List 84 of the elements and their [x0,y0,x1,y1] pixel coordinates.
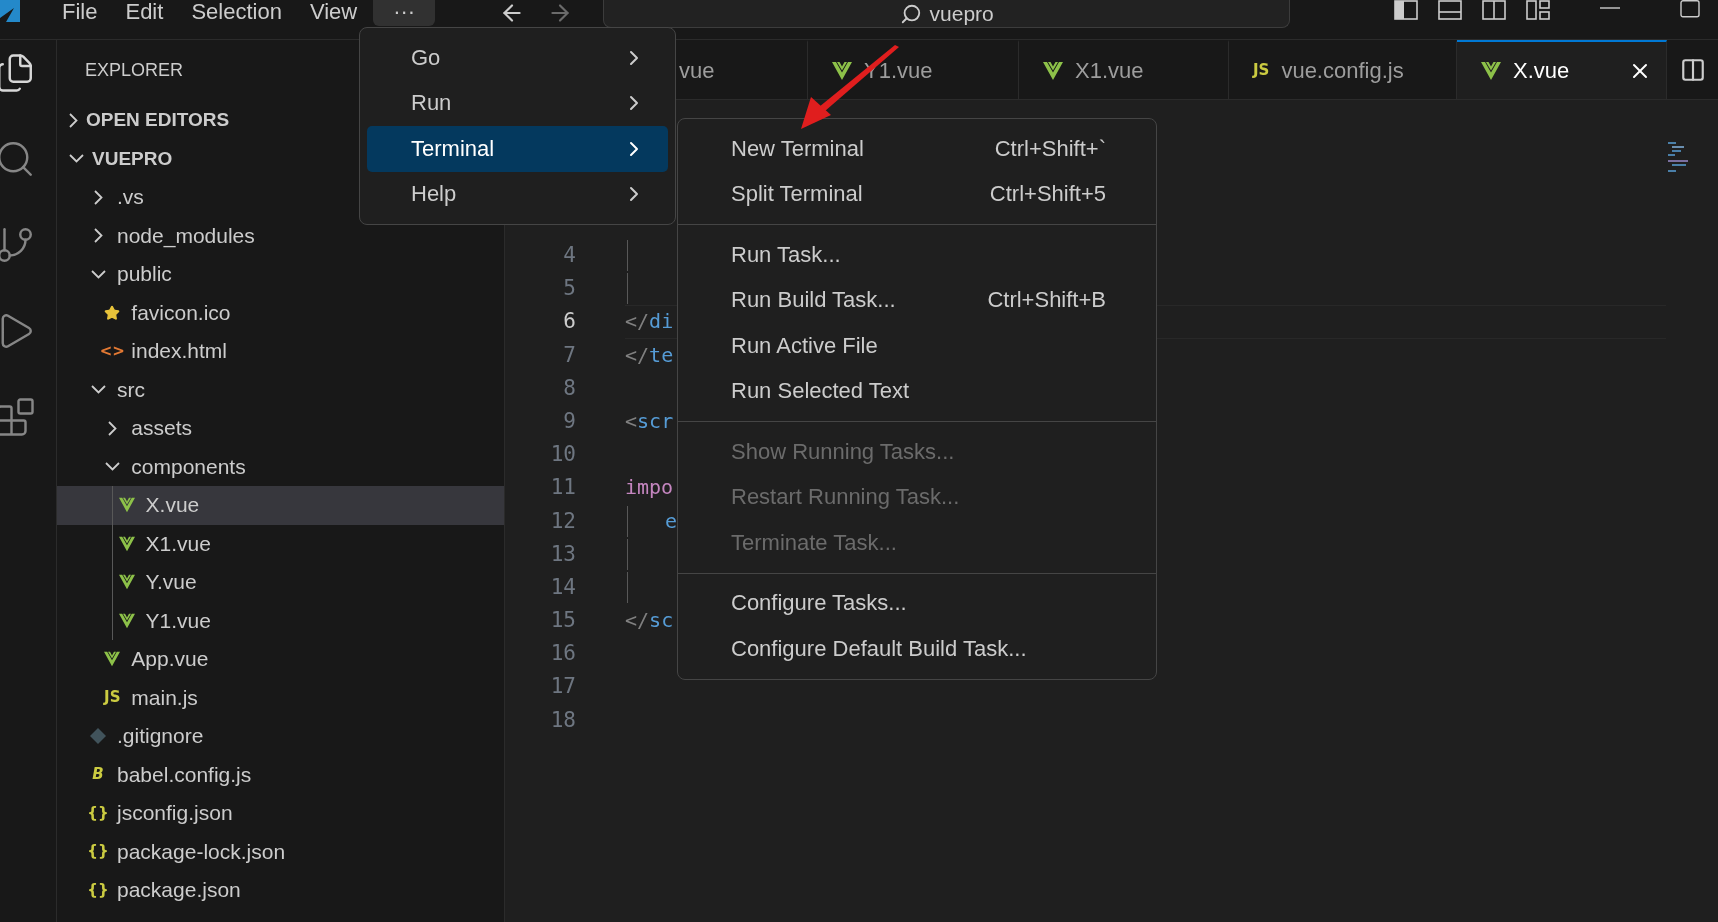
tree-item[interactable]: JS main.js [57,678,504,717]
tree-item[interactable]: App.vue [57,640,504,679]
tree-item[interactable]: favicon.ico [57,293,504,332]
line-number: 6 [562,308,577,336]
editor-tab[interactable]: X.vue [1457,40,1667,99]
vue-icon [1043,61,1063,80]
line-number: 11 [549,474,577,502]
code-icon: <> [99,343,125,359]
diamond-icon [90,727,106,746]
code-text: </di [625,309,674,334]
line-number: 8 [562,374,577,402]
babel-icon: B [92,767,104,783]
js-icon: JS [104,690,121,706]
line-number: 4 [562,242,577,269]
folder-item[interactable]: node_modules [57,216,504,255]
line-number: 15 [549,607,577,635]
tree-item[interactable]: X.vue [57,486,504,525]
vue-icon [118,611,135,630]
line-number: 16 [549,640,577,668]
tree-item[interactable]: X1.vue [57,524,504,563]
sidebar-title: EXPLORER [85,60,184,81]
menu-item[interactable]: Go [367,35,668,81]
shortcut-text: Ctrl+Shift+B [987,287,1106,314]
line-number: 13 [549,540,577,568]
menu-item[interactable]: ··· [373,0,436,26]
menu-item[interactable]: Split Terminal Ctrl+Shift+5 [678,171,1156,217]
tree-item[interactable]: {} package.json [57,871,504,910]
blocks-icon[interactable] [0,396,36,438]
menu-item[interactable]: File [50,0,110,26]
vue-icon [118,534,135,553]
tree-item[interactable]: {} package-lock.json [57,832,504,871]
code-text: e [665,508,678,533]
code-text: </sc [625,608,674,633]
braces-icon: {} [87,844,109,860]
split-layout-icon[interactable] [1482,0,1506,20]
menu-item[interactable]: Run [367,80,668,126]
shortcut-text: Ctrl+Shift+5 [989,181,1106,208]
layout-icon[interactable] [1526,0,1550,20]
code-text: <scr [625,408,674,433]
menu-item[interactable]: Configure Default Build Task... [678,626,1156,672]
logo-icon [0,0,20,22]
folder-item[interactable]: components [57,447,504,486]
code-text: </te [625,342,674,367]
menu-item[interactable]: Configure Tasks... [678,580,1156,626]
panel-toggle-icon[interactable] [1438,0,1462,20]
maximize-icon[interactable] [1680,0,1700,18]
tree-item[interactable]: Y.vue [57,563,504,602]
tree-item[interactable]: B babel.config.js [57,755,504,794]
line-number: 18 [549,706,577,734]
menu-item[interactable]: Run Active File [678,323,1156,369]
folder-item[interactable]: public [57,255,504,294]
menu-item[interactable]: Run Build Task... Ctrl+Shift+B [678,277,1156,323]
menu-item[interactable]: View [297,0,370,26]
tree-item[interactable]: {} jsconfig.json [57,794,504,833]
vue-icon [1481,61,1501,80]
menu-item[interactable]: New Terminal Ctrl+Shift+` [678,126,1156,172]
sidebar-toggle-icon[interactable] [1394,0,1418,20]
folder-item[interactable]: assets [57,409,504,448]
line-number: 7 [562,341,577,369]
js-icon: JS [1253,63,1270,78]
menu-item[interactable]: Edit [113,0,176,26]
menu-item[interactable]: Selection [179,0,294,26]
braces-icon: {} [87,805,109,821]
line-number: 14 [549,573,577,601]
split-editor-icon[interactable] [1679,56,1706,83]
braces-icon: {} [87,882,109,898]
menu-item[interactable]: Run Selected Text [678,368,1156,414]
search-icon [899,2,922,25]
line-number: 17 [549,673,577,701]
tree-item[interactable]: Y1.vue [57,601,504,640]
folder-item[interactable]: src [57,370,504,409]
tree-item[interactable]: .gitignore [57,717,504,756]
line-number: 9 [562,407,577,435]
line-number: 5 [562,275,577,303]
menu-item[interactable]: Help [367,171,668,217]
tree-item[interactable]: <> index.html [57,332,504,371]
shortcut-text: Ctrl+Shift+` [994,135,1106,162]
code-text: impo [625,475,674,500]
line-number: 10 [549,441,577,469]
menu-item[interactable]: Run Task... [678,232,1156,278]
menu-item[interactable]: Terminal [367,126,668,172]
search-field[interactable]: vuepro [603,0,1291,28]
vue-icon [832,61,852,80]
line-number: 12 [549,507,577,535]
